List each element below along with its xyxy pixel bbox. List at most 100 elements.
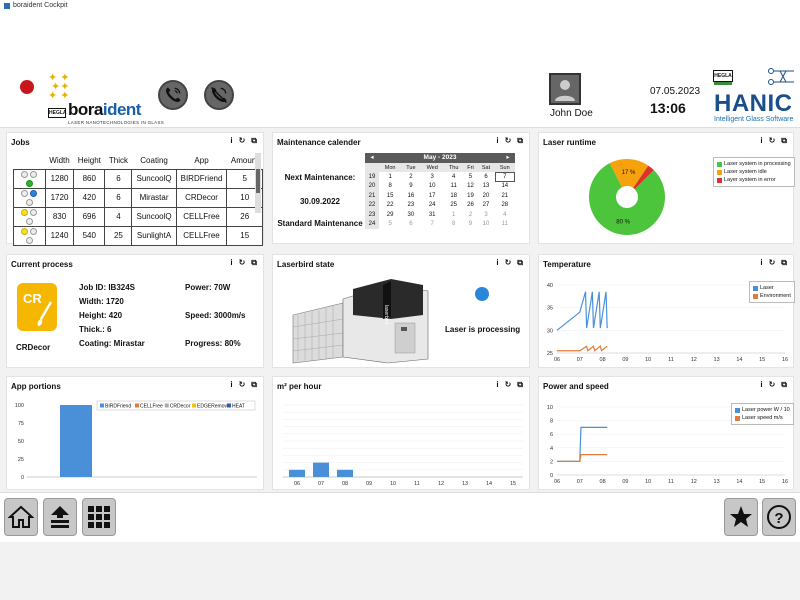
calendar-day[interactable]: 24 — [421, 201, 444, 211]
scroll-thumb[interactable] — [256, 169, 260, 193]
calendar-day[interactable]: 2 — [401, 172, 420, 182]
app-portions-bar-chart: 0 25 50 75 100 BIRDFriend CELLFree CRDecor EDGER… — [15, 400, 257, 481]
expand-icon[interactable]: ⧉ — [517, 136, 523, 146]
table-row[interactable]: 1280 860 6 SuncoolQ BIRDFriend 5 — [13, 168, 263, 189]
upload-button[interactable] — [43, 498, 77, 536]
info-icon[interactable]: i — [760, 136, 762, 146]
panel-controls: i ↻ ⧉ — [760, 380, 787, 390]
calendar-day[interactable]: 25 — [444, 201, 464, 211]
calendar-day[interactable]: 23 — [401, 201, 420, 211]
calendar-day[interactable]: 27 — [477, 201, 494, 211]
expand-icon[interactable]: ⧉ — [781, 380, 787, 390]
refresh-icon[interactable]: ↻ — [769, 380, 776, 390]
calendar-day[interactable]: 8 — [444, 220, 464, 230]
calendar-day[interactable]: 7 — [494, 172, 515, 182]
calendar-day[interactable]: 13 — [477, 182, 494, 192]
favorites-button[interactable] — [724, 498, 758, 536]
call-off-button[interactable] — [204, 80, 234, 110]
calendar-day[interactable]: 11 — [444, 182, 464, 192]
window-title: boraident Cockpit — [4, 2, 67, 9]
calendar-day[interactable]: 22 — [379, 201, 401, 211]
calendar-day[interactable]: 15 — [379, 191, 401, 201]
calendar-day[interactable]: 9 — [464, 220, 478, 230]
calendar-day[interactable]: 1 — [379, 172, 401, 182]
expand-icon[interactable]: ⧉ — [781, 258, 787, 268]
expand-icon[interactable]: ⧉ — [781, 136, 787, 146]
calendar-day[interactable]: 29 — [379, 210, 401, 220]
calendar-day[interactable]: 3 — [477, 210, 494, 220]
info-icon[interactable]: i — [230, 380, 232, 390]
calendar-day[interactable]: 6 — [477, 172, 494, 182]
table-row[interactable]: 1720 420 6 Mirastar CRDecor 10 — [13, 187, 263, 208]
calendar-day[interactable]: 3 — [421, 172, 444, 182]
refresh-icon[interactable]: ↻ — [505, 380, 512, 390]
cell-height: 540 — [73, 225, 106, 246]
prev-month-button[interactable]: ◂ — [367, 153, 377, 163]
refresh-icon[interactable]: ↻ — [239, 136, 246, 146]
info-icon[interactable]: i — [230, 136, 232, 146]
calendar-day[interactable]: 18 — [444, 191, 464, 201]
calendar-day[interactable]: 26 — [464, 201, 478, 211]
calendar-day[interactable]: 4 — [495, 210, 515, 220]
calendar-day[interactable]: 30 — [401, 210, 420, 220]
refresh-icon[interactable]: ↻ — [769, 136, 776, 146]
calendar-day[interactable]: 28 — [495, 201, 515, 211]
x-tick-label: 16 — [782, 479, 788, 485]
expand-icon[interactable]: ⧉ — [251, 136, 257, 146]
refresh-icon[interactable]: ↻ — [769, 258, 776, 268]
info-icon[interactable]: i — [760, 380, 762, 390]
calendar-day[interactable]: 11 — [495, 220, 515, 230]
calendar-day[interactable]: 21 — [495, 191, 515, 201]
info-icon[interactable]: i — [496, 380, 498, 390]
refresh-icon[interactable]: ↻ — [505, 136, 512, 146]
calendar-day[interactable]: 10 — [477, 220, 494, 230]
jobs-scrollbar[interactable] — [255, 153, 261, 213]
calendar-day[interactable]: 9 — [401, 182, 420, 192]
home-button[interactable] — [4, 498, 38, 536]
panel-controls: i ↻ ⧉ — [760, 258, 787, 268]
calendar-day[interactable]: 4 — [444, 172, 464, 182]
status-dot-icon — [30, 227, 38, 235]
power-speed-panel: Power and speed i ↻ ⧉ 06 07 08 09 10 11 12 13 14 15… — [538, 376, 794, 490]
calendar-day[interactable]: 2 — [464, 210, 478, 220]
apps-grid-button[interactable] — [82, 498, 116, 536]
legend-swatch — [192, 403, 196, 408]
table-row[interactable]: 830 696 4 SuncoolQ CELLFree 26 — [13, 206, 263, 227]
calendar-day[interactable]: 8 — [379, 182, 401, 192]
expand-icon[interactable]: ⧉ — [251, 380, 257, 390]
calendar-day[interactable]: 14 — [495, 182, 515, 192]
calendar-day[interactable]: 5 — [379, 220, 401, 230]
avatar[interactable] — [549, 73, 581, 105]
calendar-day[interactable]: 1 — [444, 210, 464, 220]
table-row[interactable]: 1240 540 25 SunlightA CELLFree 15 — [13, 225, 263, 246]
expand-icon[interactable]: ⧉ — [251, 258, 257, 268]
calendar-day[interactable]: 7 — [421, 220, 444, 230]
calendar-day[interactable]: 17 — [421, 191, 444, 201]
refresh-icon[interactable]: ↻ — [239, 258, 246, 268]
refresh-icon[interactable]: ↻ — [239, 380, 246, 390]
m2-per-hour-panel: m² per hour i ↻ ⧉ 06 07 08 09 10 11 12 13 14 15 — [272, 376, 530, 490]
svg-text:?: ? — [774, 510, 783, 527]
network-icon — [768, 68, 794, 85]
info-icon[interactable]: i — [760, 258, 762, 268]
calendar-day[interactable]: 16 — [401, 191, 420, 201]
calendar-day[interactable]: 10 — [421, 182, 444, 192]
info-icon[interactable]: i — [496, 258, 498, 268]
expand-icon[interactable]: ⧉ — [517, 258, 523, 268]
calendar-day[interactable]: 12 — [464, 182, 478, 192]
bar — [337, 469, 353, 477]
calendar-day[interactable]: 19 — [464, 191, 478, 201]
calendar-day[interactable]: 5 — [464, 172, 478, 182]
legend-item: Environment — [753, 292, 791, 300]
refresh-icon[interactable]: ↻ — [505, 258, 512, 268]
expand-icon[interactable]: ⧉ — [517, 380, 523, 390]
help-button[interactable]: ? — [762, 498, 796, 536]
info-icon[interactable]: i — [230, 258, 232, 268]
next-month-button[interactable]: ▸ — [503, 153, 513, 163]
calendar-day[interactable]: 31 — [421, 210, 444, 220]
calendar-day[interactable]: 20 — [477, 191, 494, 201]
call-button[interactable] — [158, 80, 188, 110]
calendar-day[interactable]: 6 — [401, 220, 420, 230]
weekday-label: Sat — [477, 163, 495, 172]
info-icon[interactable]: i — [496, 136, 498, 146]
